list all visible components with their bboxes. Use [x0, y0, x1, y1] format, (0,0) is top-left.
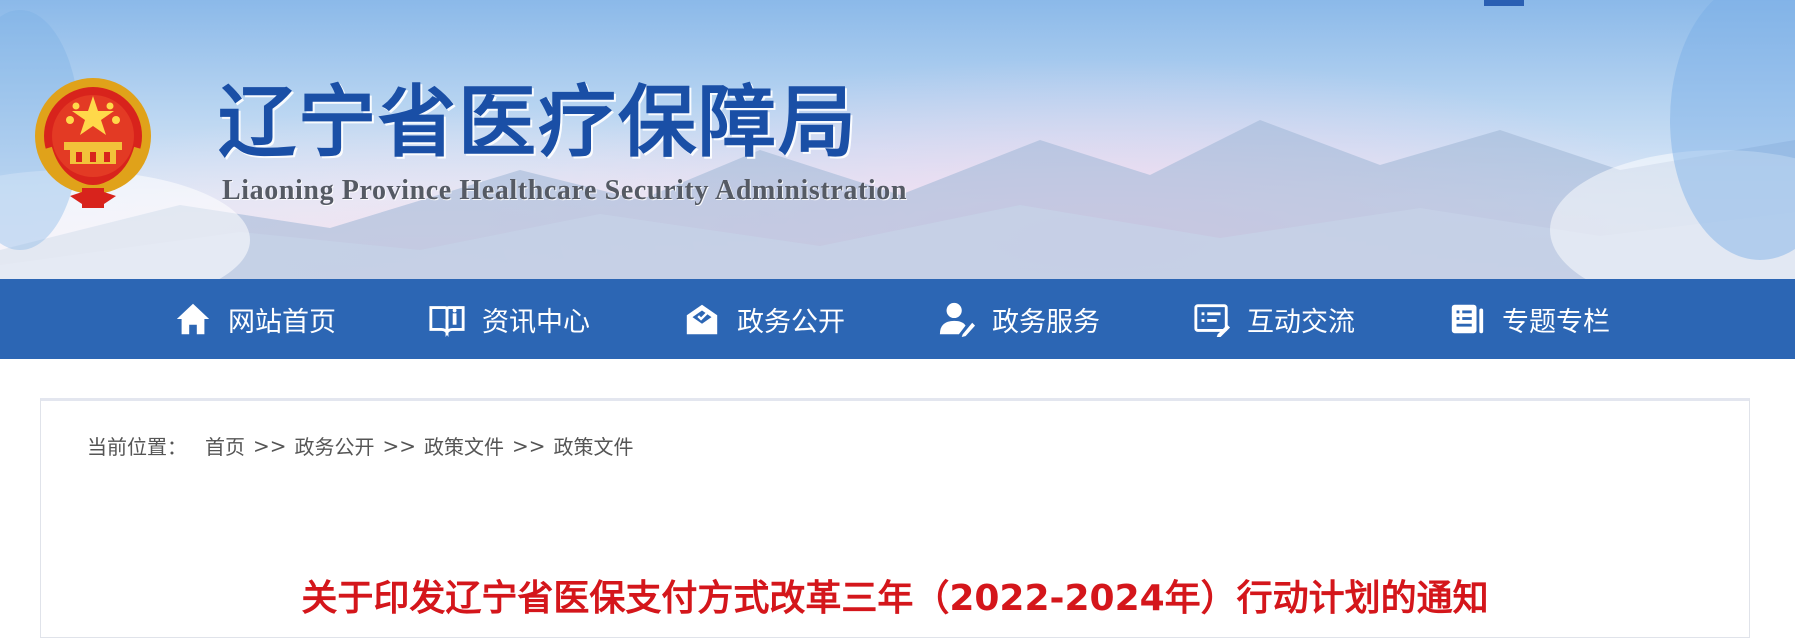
- national-emblem-icon: [35, 78, 151, 208]
- column-doc-icon: [1451, 304, 1484, 334]
- nav-item-special-topics[interactable]: 专题专栏: [1448, 279, 1610, 359]
- breadcrumb-separator: >>: [512, 433, 546, 458]
- user-service-icon: [939, 302, 976, 338]
- nav-item-home[interactable]: 网站首页: [174, 279, 336, 359]
- breadcrumb-item-gov-affairs[interactable]: 政务公开: [295, 431, 375, 460]
- top-accent-block: [1484, 0, 1524, 6]
- nav-item-label: 互动交流: [1247, 306, 1355, 338]
- nav-item-label: 政务公开: [737, 306, 845, 338]
- nav-item-services[interactable]: 政务服务: [938, 279, 1100, 359]
- site-title-cn: 辽宁省医疗保障局: [218, 77, 859, 168]
- breadcrumb-label: 当前位置：: [87, 435, 187, 459]
- site-title-en: Liaoning Province Healthcare Security Ad…: [222, 175, 908, 206]
- breadcrumb-item-home[interactable]: 首页: [205, 431, 245, 460]
- article-title: 关于印发辽宁省医保支付方式改革三年（2022-2024年）行动计划的通知: [301, 578, 1489, 619]
- message-edit-icon: [1194, 304, 1231, 338]
- nav-item-interaction[interactable]: 互动交流: [1193, 279, 1355, 359]
- main-nav: 网站首页 资讯中心 政务公开 政务服务 互动交流 专题专栏: [0, 279, 1795, 359]
- breadcrumb-item-policy-current[interactable]: 政策文件: [554, 431, 634, 460]
- header-banner: 辽宁省医疗保障局 Liaoning Province Healthcare Se…: [0, 0, 1795, 279]
- breadcrumb-item-policy[interactable]: 政策文件: [424, 431, 504, 460]
- nav-item-label: 专题专栏: [1502, 306, 1610, 338]
- breadcrumb: 当前位置： 首页 >> 政务公开 >> 政策文件 >> 政策文件: [87, 431, 634, 460]
- nav-item-gov-affairs[interactable]: 政务公开: [683, 279, 845, 359]
- nav-item-label: 网站首页: [228, 306, 336, 338]
- nav-item-label: 政务服务: [992, 306, 1100, 338]
- nav-item-news[interactable]: 资讯中心: [428, 279, 590, 359]
- mail-open-icon: [686, 304, 718, 335]
- nav-item-label: 资讯中心: [482, 306, 590, 338]
- book-icon: [429, 306, 465, 338]
- home-icon: [176, 303, 210, 335]
- article-panel: 当前位置： 首页 >> 政务公开 >> 政策文件 >> 政策文件 关于印发辽宁省…: [40, 398, 1750, 638]
- breadcrumb-separator: >>: [253, 433, 287, 458]
- breadcrumb-separator: >>: [382, 433, 417, 458]
